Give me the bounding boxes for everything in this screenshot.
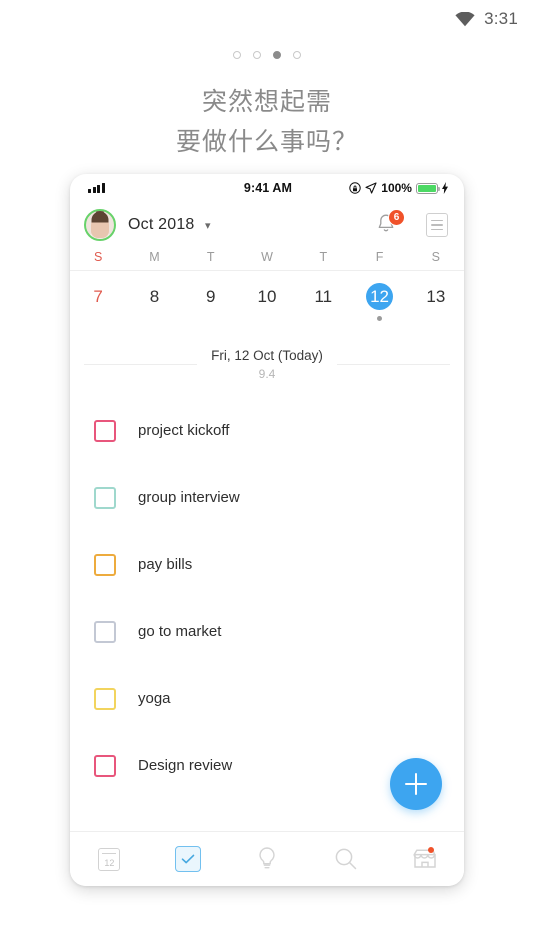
date-cell-7[interactable]: 7 [70,283,126,321]
ios-status-right: 100% [329,181,448,195]
date-event-dot [208,316,213,321]
today-subtitle: 9.4 [258,367,276,381]
task-label: go to market [138,623,222,640]
nav-item-ideas[interactable] [228,832,307,886]
battery-percent: 100% [381,181,412,195]
check-glyph-icon [181,854,195,864]
today-divider: Fri, 12 Oct (Today) 9.4 [70,327,464,381]
ios-status-bar: 9:41 AM 100% [70,174,464,202]
task-checkbox[interactable] [94,754,116,777]
lightbulb-icon [259,847,275,869]
calendar-icon-day: 12 [104,857,115,868]
task-label: project kickoff [138,422,230,439]
task-label: Design review [138,757,233,774]
carousel-dot-4[interactable] [293,51,301,59]
task-row[interactable]: pay bills [70,531,464,598]
charging-bolt-icon [441,182,448,194]
date-number: 13 [426,287,446,306]
date-event-dot [433,316,438,321]
date-cell-13[interactable]: 13 [408,283,464,321]
weekday-sat: S [431,250,440,264]
weekday-tue: T [206,250,215,264]
list-menu-icon[interactable] [426,213,448,237]
headline: 突然想起需 要做什么事吗？ [0,82,534,162]
date-cell-11[interactable]: 11 [295,283,351,321]
calendar-icon: 12 [98,847,121,871]
system-clock: 3:31 [484,9,518,28]
notifications-button[interactable]: 6 [374,209,405,238]
add-task-fab[interactable] [390,758,442,810]
wifi-icon [455,11,475,26]
task-row[interactable]: project kickoff [70,397,464,464]
date-number: 9 [205,287,216,306]
screen: 3:31 突然想起需 要做什么事吗？ 9:41 AM 100% Oct 2018… [0,0,534,949]
task-list: project kickoff group interview pay bill… [70,381,464,799]
date-event-dot [264,316,269,321]
today-title: Fri, 12 Oct (Today) [211,348,323,363]
headline-line-2: 要做什么事吗？ [175,127,358,156]
weekday-wed: W [261,250,273,264]
location-arrow-icon [365,182,377,194]
headline-line-1: 突然想起需 [201,87,332,116]
app-header: Oct 2018 ▾ 6 [70,202,464,248]
rotation-lock-icon [349,182,361,194]
nav-item-search[interactable] [306,832,385,886]
divider-line-left [84,363,198,365]
phone-mockup: 9:41 AM 100% Oct 2018 ▾ 6 S M T W T F S … [70,174,464,886]
carousel-dots[interactable] [0,51,534,59]
date-cell-10[interactable]: 10 [239,283,295,321]
bottom-navigation: 12 [70,831,464,886]
task-row[interactable]: go to market [70,598,464,665]
notification-badge: 6 [388,209,405,226]
date-number: 8 [149,287,160,306]
date-number: 7 [93,287,103,306]
month-selector[interactable]: Oct 2018 ▾ [128,216,211,234]
date-event-dot [377,316,383,321]
weekday-fri: F [375,250,384,264]
avatar[interactable] [84,209,116,241]
signal-bars-icon [88,183,105,193]
task-label: pay bills [138,556,193,573]
weekday-sun: S [93,250,103,264]
carousel-dot-3-active[interactable] [273,51,281,59]
task-row[interactable]: group interview [70,464,464,531]
date-cell-12-selected[interactable]: 12 [351,283,407,321]
carousel-dot-2[interactable] [253,51,261,59]
task-checkbox[interactable] [94,687,116,710]
date-event-dot [96,316,101,321]
ios-status-left [88,183,207,193]
nav-item-calendar[interactable]: 12 [70,832,149,886]
date-number: 10 [257,287,277,306]
battery-full-icon [415,182,440,194]
date-strip: 7 8 9 10 11 12 13 [70,271,464,327]
ios-clock: 9:41 AM [243,181,293,195]
weekday-header: S M T W T F S [70,248,464,271]
date-cell-9[interactable]: 9 [183,283,239,321]
weekday-mon: M [149,250,160,264]
task-row[interactable]: yoga [70,665,464,732]
chevron-down-icon: ▾ [204,220,211,232]
weekday-thu: T [319,250,328,264]
store-badge-dot [427,847,434,853]
divider-line-right [336,363,450,365]
task-checkbox[interactable] [94,620,116,643]
date-number: 11 [314,287,333,306]
date-cell-8[interactable]: 8 [126,283,182,321]
nav-item-tasks[interactable] [149,832,228,886]
checkbox-icon [175,846,202,872]
system-status-bar: 3:31 [0,0,534,38]
date-event-dot [152,316,157,321]
search-icon [335,848,357,870]
date-event-dot [321,316,326,321]
task-checkbox[interactable] [94,419,116,442]
nav-item-store[interactable] [385,832,464,886]
task-label: group interview [138,489,240,506]
month-label: Oct 2018 [128,216,195,233]
today-label-group: Fri, 12 Oct (Today) 9.4 [197,347,337,381]
task-checkbox[interactable] [94,486,116,509]
task-label: yoga [138,690,171,707]
carousel-dot-1[interactable] [233,51,241,59]
task-checkbox[interactable] [94,553,116,576]
date-number: 12 [366,283,394,310]
